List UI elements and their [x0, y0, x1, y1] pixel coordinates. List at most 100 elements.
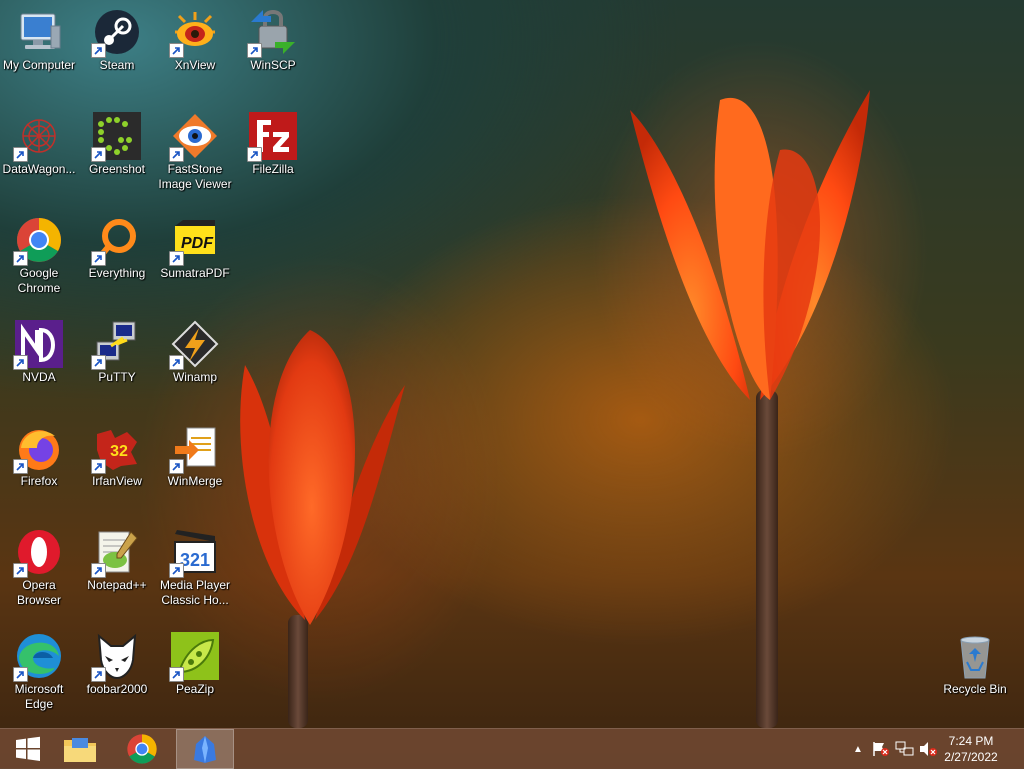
icon-label: Firefox — [20, 474, 58, 488]
icon-label: Notepad++ — [87, 578, 147, 592]
crystal-app-icon — [194, 736, 216, 763]
clock-date: 2/27/2022 — [944, 750, 998, 764]
desktop-icon-putty[interactable]: PuTTY — [78, 312, 156, 408]
shortcut-arrow-icon — [13, 667, 28, 682]
desktop-icon-filezilla[interactable]: FileZilla — [234, 104, 312, 200]
icon-label: Opera Browser — [16, 578, 61, 607]
wallpaper-stem-right — [756, 390, 778, 728]
icon-label: Winamp — [172, 370, 217, 384]
shortcut-arrow-icon — [13, 355, 28, 370]
desktop-icon-xnview[interactable]: XnView — [156, 0, 234, 96]
svg-text:PDF: PDF — [181, 235, 214, 252]
my-computer-icon — [15, 8, 63, 56]
desktop-icon-recycle-bin[interactable]: Recycle Bin — [936, 624, 1014, 720]
nvda-icon — [13, 320, 63, 370]
chrome-icon — [13, 216, 63, 266]
desktop-icon-irfanview[interactable]: 32 IrfanView — [78, 416, 156, 512]
shortcut-arrow-icon — [169, 147, 184, 162]
irfanview-icon: 32 — [91, 424, 141, 474]
faststone-icon — [169, 112, 219, 162]
icon-label: IrfanView — [92, 474, 142, 488]
icon-label: NVDA — [22, 370, 56, 384]
icon-label: PuTTY — [98, 370, 136, 384]
desktop-icon-microsoft-edge[interactable]: Microsoft Edge — [0, 624, 78, 720]
taskbar-active-app[interactable] — [176, 729, 234, 769]
shortcut-arrow-icon — [169, 563, 184, 578]
icon-label: Microsoft Edge — [14, 682, 64, 711]
shortcut-arrow-icon — [13, 563, 28, 578]
shortcut-arrow-icon — [13, 459, 28, 474]
shortcut-arrow-icon — [91, 459, 106, 474]
desktop-icon-winamp[interactable]: Winamp — [156, 312, 234, 408]
shortcut-arrow-icon — [91, 667, 106, 682]
shortcut-arrow-icon — [91, 43, 106, 58]
taskbar-chrome[interactable] — [114, 729, 170, 769]
desktop-icon-notepad-plus-plus[interactable]: Notepad++ — [78, 520, 156, 616]
notepad-plus-plus-icon — [91, 528, 141, 578]
icon-label: Google Chrome — [17, 266, 61, 295]
icon-label: Recycle Bin — [943, 682, 1007, 696]
opera-icon — [13, 528, 63, 578]
show-hidden-icons-chevron-icon[interactable]: ▲ — [848, 744, 868, 755]
desktop-icon-winmerge[interactable]: WinMerge — [156, 416, 234, 512]
winscp-icon — [247, 8, 297, 58]
firefox-icon — [13, 424, 63, 474]
desktop[interactable]: My Computer DataWagon... Google Chrome N… — [0, 0, 1024, 728]
desktop-icon-sumatrapdf[interactable]: PDF SumatraPDF — [156, 208, 234, 304]
icon-label: foobar2000 — [86, 682, 148, 696]
shortcut-arrow-icon — [169, 43, 184, 58]
desktop-icon-google-chrome[interactable]: Google Chrome — [0, 208, 78, 304]
wallpaper-tulip-left — [240, 330, 405, 625]
shortcut-arrow-icon — [169, 251, 184, 266]
action-center-flag-icon[interactable] — [870, 740, 892, 758]
icon-label: Everything — [88, 266, 146, 280]
icon-label: DataWagon... — [2, 162, 76, 176]
wallpaper-tulip-right — [630, 90, 870, 400]
desktop-icon-winscp[interactable]: WinSCP — [234, 0, 312, 96]
xnview-icon — [169, 8, 219, 58]
desktop-icon-faststone[interactable]: FastStone Image Viewer — [156, 104, 234, 200]
icon-label: PeaZip — [175, 682, 215, 696]
shortcut-arrow-icon — [169, 667, 184, 682]
shortcut-arrow-icon — [13, 251, 28, 266]
start-button[interactable] — [0, 729, 56, 769]
desktop-icon-foobar2000[interactable]: foobar2000 — [78, 624, 156, 720]
desktop-icon-steam[interactable]: Steam — [78, 0, 156, 96]
winmerge-icon — [169, 424, 219, 474]
shortcut-arrow-icon — [91, 251, 106, 266]
recycle-bin-icon — [951, 632, 999, 680]
svg-text:321: 321 — [180, 550, 210, 570]
desktop-icon-greenshot[interactable]: Greenshot — [78, 104, 156, 200]
shortcut-arrow-icon — [247, 147, 262, 162]
datawagon-icon — [13, 112, 63, 162]
desktop-icon-firefox[interactable]: Firefox — [0, 416, 78, 512]
desktop-icon-nvda[interactable]: NVDA — [0, 312, 78, 408]
taskbar-file-explorer[interactable] — [52, 729, 108, 769]
icon-label: Media Player Classic Ho... — [159, 578, 231, 607]
icon-label: Steam — [99, 58, 135, 72]
icon-label: My Computer — [2, 58, 76, 72]
sumatrapdf-icon: PDF — [169, 216, 219, 266]
wallpaper-stem-left — [288, 615, 308, 728]
network-icon[interactable] — [894, 740, 916, 758]
icon-label: WinSCP — [250, 58, 296, 72]
shortcut-arrow-icon — [247, 43, 262, 58]
desktop-icon-datawagon[interactable]: DataWagon... — [0, 104, 78, 200]
svg-text:32: 32 — [110, 443, 128, 460]
desktop-icon-everything[interactable]: Everything — [78, 208, 156, 304]
desktop-icon-media-player-classic[interactable]: 321 Media Player Classic Ho... — [156, 520, 234, 616]
desktop-icon-opera[interactable]: Opera Browser — [0, 520, 78, 616]
shortcut-arrow-icon — [91, 147, 106, 162]
desktop-icon-peazip[interactable]: PeaZip — [156, 624, 234, 720]
shortcut-arrow-icon — [13, 147, 28, 162]
everything-icon — [91, 216, 141, 266]
taskbar-clock[interactable]: 7:24 PM 2/27/2022 — [936, 733, 1006, 765]
greenshot-icon — [91, 112, 141, 162]
winamp-icon — [169, 320, 219, 370]
shortcut-arrow-icon — [169, 355, 184, 370]
desktop-icon-my-computer[interactable]: My Computer — [0, 0, 78, 96]
icon-label: WinMerge — [167, 474, 223, 488]
icon-label: FileZilla — [252, 162, 294, 176]
clock-time: 7:24 PM — [948, 734, 994, 748]
foobar2000-icon — [91, 632, 141, 682]
